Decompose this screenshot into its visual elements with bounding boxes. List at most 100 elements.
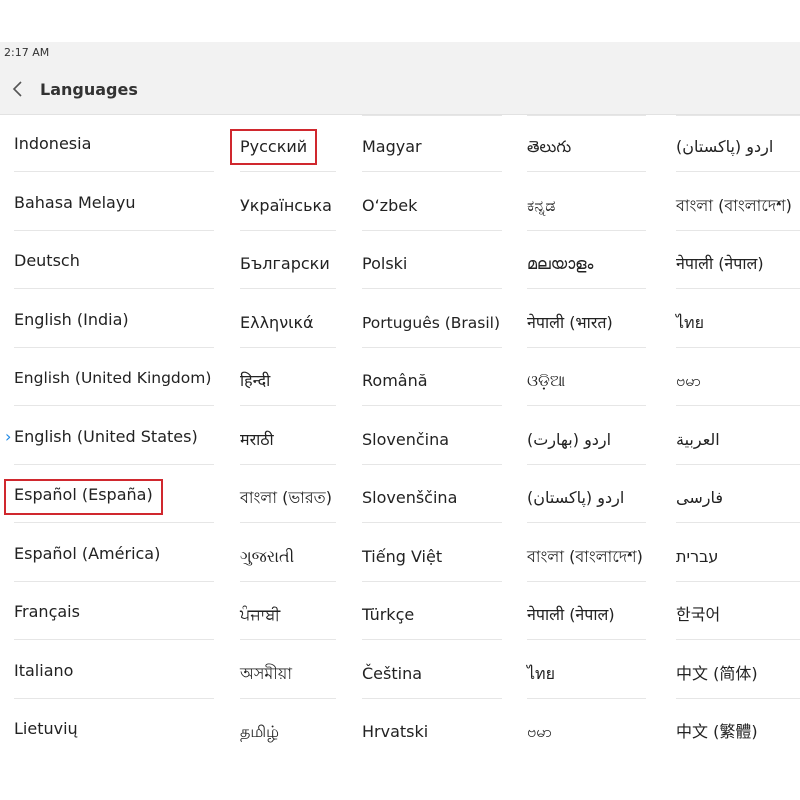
language-item[interactable]: Slovenčina — [348, 408, 502, 465]
language-item[interactable]: ไทย — [662, 291, 800, 348]
language-item[interactable]: অসমীয়া — [226, 642, 336, 699]
language-item[interactable]: اردو (بھارت) — [513, 408, 646, 465]
language-item[interactable]: ဗမာ — [513, 700, 646, 757]
language-item[interactable]: मराठी — [226, 408, 336, 465]
language-item[interactable]: Magyar — [348, 115, 502, 172]
row-divider — [14, 463, 214, 465]
row-divider — [362, 580, 502, 582]
app-bar: Languages — [0, 64, 800, 115]
language-item[interactable]: नेपाली (नेपाल) — [662, 232, 800, 289]
language-item[interactable]: العربية — [662, 408, 800, 465]
language-item[interactable]: বাংলা (ভারত) — [226, 466, 336, 523]
language-label: ဗမာ — [676, 371, 701, 390]
language-item[interactable]: Ελληνικά — [226, 291, 336, 348]
language-item[interactable]: English (United Kingdom) — [0, 349, 214, 406]
language-item[interactable]: Русский — [226, 115, 336, 172]
language-label: Slovenščina — [362, 488, 458, 507]
row-divider — [14, 171, 214, 172]
language-label: हिन्दी — [240, 371, 271, 390]
row-divider — [240, 288, 336, 289]
language-item[interactable]: Polski — [348, 232, 502, 289]
language-item[interactable]: 中文 (繁體) — [662, 700, 800, 757]
language-item[interactable]: Čeština — [348, 642, 502, 699]
language-item[interactable]: فارسی — [662, 466, 800, 523]
language-label: Български — [240, 254, 330, 273]
row-divider — [362, 171, 502, 172]
back-button[interactable] — [6, 74, 34, 104]
language-item[interactable]: Slovenščina — [348, 466, 502, 523]
language-item[interactable]: O‘zbek — [348, 174, 502, 231]
language-label: Türkçe — [362, 605, 415, 624]
chevron-right-icon: › — [5, 426, 12, 446]
language-item[interactable]: ગુજરાતી — [226, 525, 336, 582]
language-label: Polski — [362, 254, 408, 273]
language-item[interactable]: ಕನ್ನಡ — [513, 174, 646, 231]
language-item[interactable]: தமிழ் — [226, 700, 336, 757]
language-item[interactable]: Italiano — [0, 642, 214, 699]
language-label: Français — [14, 602, 80, 621]
row-divider — [527, 580, 646, 582]
language-item[interactable]: മലയാളം — [513, 232, 646, 289]
language-label: Română — [362, 371, 428, 390]
language-item[interactable]: اردو (پاکستان) — [513, 466, 646, 523]
language-item[interactable]: Français — [0, 583, 214, 640]
row-divider — [240, 639, 336, 640]
language-item[interactable]: Español (América) — [0, 525, 214, 582]
language-item[interactable]: ਪੰਜਾਬੀ — [226, 583, 336, 640]
language-item[interactable]: ไทย — [513, 642, 646, 699]
language-item[interactable]: اردو (پاکستان) — [662, 115, 800, 172]
language-item[interactable]: हिन्दी — [226, 349, 336, 406]
language-item[interactable]: Español (España) — [0, 466, 214, 523]
row-divider — [362, 522, 502, 523]
row-divider — [14, 288, 214, 289]
language-label: 中文 (简体) — [676, 663, 758, 683]
language-item[interactable]: Українська — [226, 174, 336, 231]
language-label: فارسی — [676, 488, 723, 507]
language-label: ગુજરાતી — [240, 546, 295, 566]
language-item[interactable]: తెలుగు — [513, 115, 646, 172]
language-label: 中文 (繁體) — [676, 722, 758, 741]
language-item[interactable]: Tiếng Việt — [348, 525, 502, 582]
chevron-left-icon — [12, 81, 22, 97]
language-item[interactable]: עברית — [662, 525, 800, 582]
language-label: తెలుగు — [527, 137, 572, 156]
language-label: Indonesia — [14, 134, 92, 153]
language-item[interactable]: Hrvatski — [348, 700, 502, 757]
language-item[interactable]: Deutsch — [0, 232, 214, 289]
language-item[interactable]: ဗမာ — [662, 349, 800, 406]
language-item[interactable]: English (India) — [0, 291, 214, 348]
language-label: Українська — [240, 195, 332, 215]
language-item[interactable]: नेपाली (भारत) — [513, 291, 646, 348]
language-item[interactable]: Português (Brasil) — [348, 291, 502, 348]
language-item[interactable]: বাংলা (বাংলাদেশ) — [662, 174, 800, 231]
language-item[interactable]: Română — [348, 349, 502, 406]
row-divider — [362, 697, 502, 699]
language-item[interactable]: বাংলা (বাংলাদেশ) — [513, 525, 646, 582]
language-item[interactable]: Türkçe — [348, 583, 502, 640]
row-divider — [14, 229, 214, 231]
language-label: English (United Kingdom) — [14, 369, 212, 387]
language-item[interactable]: English (United States) › — [0, 408, 214, 465]
language-label: Español (España) — [14, 485, 153, 504]
language-label: অসমীয়া — [240, 663, 292, 683]
row-divider — [676, 580, 800, 582]
row-divider — [676, 697, 800, 699]
language-item[interactable]: नेपाली (नेपाल) — [513, 583, 646, 640]
language-item[interactable]: 中文 (简体) — [662, 642, 800, 699]
row-divider — [676, 639, 800, 640]
language-label: বাংলা (বাংলাদেশ) — [676, 195, 792, 215]
language-item[interactable]: Bahasa Melayu — [0, 174, 214, 231]
row-divider — [240, 346, 336, 348]
language-item[interactable]: Lietuvių — [0, 700, 214, 757]
row-divider — [676, 288, 800, 289]
language-item[interactable]: Indonesia — [0, 115, 214, 172]
language-item[interactable]: Български — [226, 232, 336, 289]
language-item[interactable]: 한국어 — [662, 583, 800, 640]
status-bar: 2:17 AM — [0, 42, 800, 64]
language-label: മലയാളം — [527, 254, 594, 273]
language-label: বাংলা (ভারত) — [240, 488, 332, 507]
row-divider — [240, 405, 336, 406]
language-item[interactable]: ଓଡ଼ିଆ — [513, 349, 646, 406]
row-divider — [527, 171, 646, 172]
language-label: Slovenčina — [362, 429, 450, 449]
